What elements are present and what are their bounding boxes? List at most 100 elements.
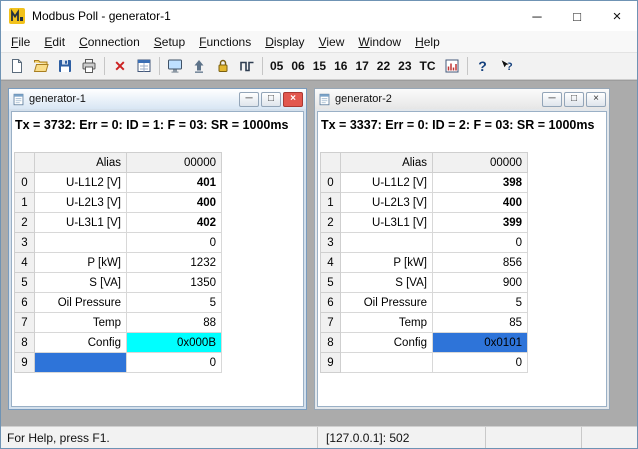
value-cell-selected[interactable]: 0x0101 bbox=[433, 333, 528, 353]
alias-cell[interactable] bbox=[341, 233, 433, 253]
menu-view[interactable]: View bbox=[312, 33, 352, 51]
child-restore-button[interactable]: □ bbox=[261, 92, 281, 107]
titlebar[interactable]: Modbus Poll - generator-1 ─ □ × bbox=[1, 1, 637, 31]
alias-cell[interactable]: U-L2L3 [V] bbox=[341, 193, 433, 213]
print-icon[interactable] bbox=[77, 55, 101, 77]
alias-cell[interactable]: U-L1L2 [V] bbox=[341, 173, 433, 193]
value-cell[interactable]: 399 bbox=[433, 213, 528, 233]
menu-file[interactable]: File bbox=[4, 33, 37, 51]
toolbar-separator bbox=[467, 57, 468, 75]
value-cell[interactable]: 856 bbox=[433, 253, 528, 273]
child-close-button[interactable]: × bbox=[586, 92, 606, 107]
value-cell[interactable]: 400 bbox=[127, 193, 222, 213]
value-cell[interactable]: 0 bbox=[433, 233, 528, 253]
menu-window[interactable]: Window bbox=[351, 33, 408, 51]
child-window-generator-2[interactable]: generator-2 ─ □ × Tx = 3337: Err = 0: ID… bbox=[314, 88, 610, 410]
communication-traffic-icon[interactable] bbox=[440, 55, 464, 77]
poll-status-line: Tx = 3732: Err = 0: ID = 1: F = 03: SR =… bbox=[12, 112, 303, 138]
column-header-alias[interactable]: Alias bbox=[341, 153, 433, 173]
function-15-button[interactable]: 15 bbox=[309, 55, 330, 77]
value-cell[interactable]: 1232 bbox=[127, 253, 222, 273]
child-minimize-button[interactable]: ─ bbox=[542, 92, 562, 107]
value-cell[interactable]: 400 bbox=[433, 193, 528, 213]
row-number: 7 bbox=[15, 313, 35, 333]
value-cell[interactable]: 88 bbox=[127, 313, 222, 333]
menu-functions[interactable]: Functions bbox=[192, 33, 258, 51]
column-header-values[interactable]: 00000 bbox=[127, 153, 222, 173]
delete-icon[interactable]: ✕ bbox=[108, 55, 132, 77]
read-write-definition-icon[interactable] bbox=[132, 55, 156, 77]
menu-help[interactable]: Help bbox=[408, 33, 447, 51]
column-header-values[interactable]: 00000 bbox=[433, 153, 528, 173]
document-body: Tx = 3337: Err = 0: ID = 2: F = 03: SR =… bbox=[317, 111, 607, 407]
value-cell[interactable]: 0 bbox=[127, 233, 222, 253]
alias-cell[interactable]: U-L1L2 [V] bbox=[35, 173, 127, 193]
alias-cell[interactable]: S [VA] bbox=[35, 273, 127, 293]
open-file-icon[interactable] bbox=[29, 55, 53, 77]
menu-connection[interactable]: Connection bbox=[72, 33, 147, 51]
value-cell[interactable]: 402 bbox=[127, 213, 222, 233]
column-header-alias[interactable]: Alias bbox=[35, 153, 127, 173]
display-setup-icon[interactable] bbox=[163, 55, 187, 77]
alias-cell-selected[interactable] bbox=[35, 353, 127, 373]
value-cell[interactable]: 5 bbox=[127, 293, 222, 313]
value-cell[interactable]: 5 bbox=[433, 293, 528, 313]
alias-cell[interactable]: U-L3L1 [V] bbox=[35, 213, 127, 233]
alias-cell[interactable]: Config bbox=[341, 333, 433, 353]
close-button[interactable]: × bbox=[597, 1, 637, 31]
save-icon[interactable] bbox=[53, 55, 77, 77]
function-17-button[interactable]: 17 bbox=[351, 55, 372, 77]
function-23-button[interactable]: 23 bbox=[394, 55, 415, 77]
alias-cell[interactable]: Config bbox=[35, 333, 127, 353]
context-help-icon[interactable]: ? bbox=[495, 55, 519, 77]
value-cell[interactable]: 1350 bbox=[127, 273, 222, 293]
child-window-generator-1[interactable]: generator-1 ─ □ × Tx = 3732: Err = 0: ID… bbox=[8, 88, 307, 410]
value-cell[interactable]: 0 bbox=[127, 353, 222, 373]
value-cell[interactable]: 85 bbox=[433, 313, 528, 333]
alias-cell[interactable]: Temp bbox=[341, 313, 433, 333]
row-number: 0 bbox=[15, 173, 35, 193]
status-bar: For Help, press F1. [127.0.0.1]: 502 bbox=[1, 426, 637, 448]
register-row: 0U-L1L2 [V]401 bbox=[15, 173, 222, 193]
function-tc-button[interactable]: TC bbox=[416, 55, 440, 77]
new-file-icon[interactable] bbox=[5, 55, 29, 77]
row-number: 1 bbox=[321, 193, 341, 213]
child-restore-button[interactable]: □ bbox=[564, 92, 584, 107]
register-row: 0U-L1L2 [V]398 bbox=[321, 173, 528, 193]
value-cell-highlighted[interactable]: 0x000B bbox=[127, 333, 222, 353]
row-number: 8 bbox=[321, 333, 341, 353]
alias-cell[interactable]: Oil Pressure bbox=[341, 293, 433, 313]
alias-cell[interactable]: U-L3L1 [V] bbox=[341, 213, 433, 233]
poll-waveform-icon[interactable] bbox=[235, 55, 259, 77]
value-cell[interactable]: 0 bbox=[433, 353, 528, 373]
about-help-icon[interactable]: ? bbox=[471, 55, 495, 77]
status-help-text: For Help, press F1. bbox=[1, 431, 317, 445]
send-icon[interactable] bbox=[187, 55, 211, 77]
maximize-button[interactable]: □ bbox=[557, 1, 597, 31]
menu-display[interactable]: Display bbox=[258, 33, 311, 51]
lock-icon[interactable] bbox=[211, 55, 235, 77]
function-06-button[interactable]: 06 bbox=[287, 55, 308, 77]
register-row: 30 bbox=[15, 233, 222, 253]
alias-cell[interactable]: S [VA] bbox=[341, 273, 433, 293]
alias-cell[interactable] bbox=[341, 353, 433, 373]
menu-edit[interactable]: Edit bbox=[37, 33, 72, 51]
value-cell[interactable]: 401 bbox=[127, 173, 222, 193]
child-titlebar[interactable]: generator-1 ─ □ × bbox=[9, 89, 306, 109]
alias-cell[interactable]: Oil Pressure bbox=[35, 293, 127, 313]
alias-cell[interactable]: Temp bbox=[35, 313, 127, 333]
alias-cell[interactable]: P [kW] bbox=[341, 253, 433, 273]
value-cell[interactable]: 900 bbox=[433, 273, 528, 293]
alias-cell[interactable]: P [kW] bbox=[35, 253, 127, 273]
function-16-button[interactable]: 16 bbox=[330, 55, 351, 77]
alias-cell[interactable] bbox=[35, 233, 127, 253]
function-05-button[interactable]: 05 bbox=[266, 55, 287, 77]
alias-cell[interactable]: U-L2L3 [V] bbox=[35, 193, 127, 213]
child-titlebar[interactable]: generator-2 ─ □ × bbox=[315, 89, 609, 109]
function-22-button[interactable]: 22 bbox=[373, 55, 394, 77]
menu-setup[interactable]: Setup bbox=[147, 33, 192, 51]
minimize-button[interactable]: ─ bbox=[517, 1, 557, 31]
child-minimize-button[interactable]: ─ bbox=[239, 92, 259, 107]
value-cell[interactable]: 398 bbox=[433, 173, 528, 193]
child-close-button[interactable]: × bbox=[283, 92, 303, 107]
